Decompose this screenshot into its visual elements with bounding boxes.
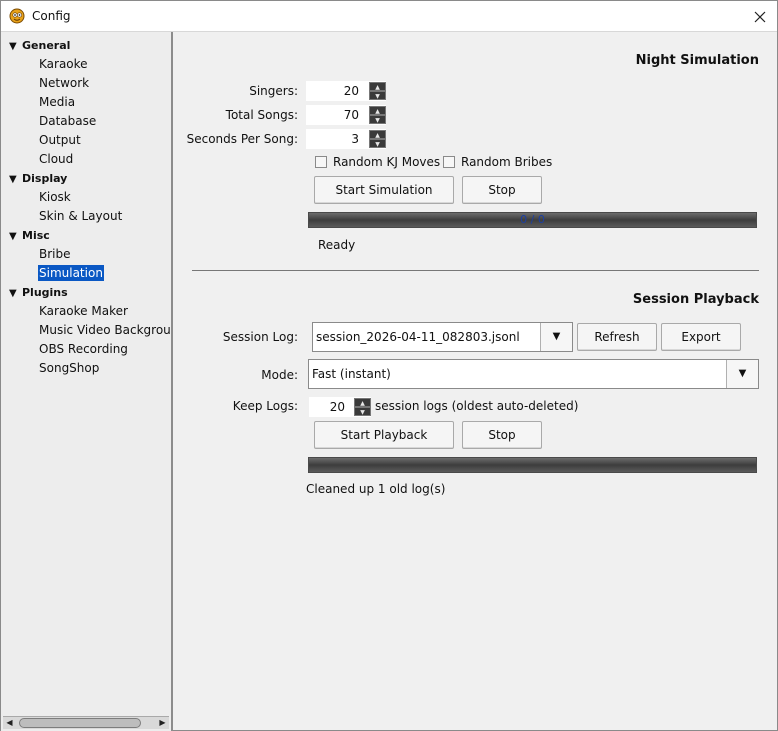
session-log-value: session_2026-04-11_082803.jsonl: [316, 330, 520, 344]
stop-playback-button[interactable]: Stop: [462, 421, 542, 449]
dropdown-arrow-icon[interactable]: ▼: [726, 360, 758, 388]
simulation-progress-text: 0 / 0: [520, 213, 545, 226]
night-simulation-title: Night Simulation: [635, 53, 759, 68]
spinner-down-icon[interactable]: ▼: [369, 91, 386, 100]
spinner-up-icon[interactable]: ▲: [369, 130, 386, 139]
playback-status: Cleaned up 1 old log(s): [306, 482, 446, 496]
session-log-select[interactable]: session_2026-04-11_082803.jsonl ▼: [312, 322, 573, 352]
sidebar-item-skin-layout[interactable]: Skin & Layout: [1, 207, 171, 226]
sidebar-item-bribe[interactable]: Bribe: [1, 245, 171, 264]
total-songs-value[interactable]: 70: [306, 105, 365, 125]
sidebar-item-cloud[interactable]: Cloud: [1, 150, 171, 169]
spinner-buttons: ▲ ▼: [369, 130, 386, 148]
session-log-label: Session Log:: [222, 330, 298, 344]
config-window: Config ▼ General Karaoke Network Media Da…: [0, 0, 778, 731]
keep-logs-value[interactable]: 20: [309, 397, 351, 417]
title-bar: Config: [1, 1, 777, 32]
settings-tree: ▼ General Karaoke Network Media Database …: [1, 36, 171, 378]
dropdown-arrow-icon[interactable]: ▼: [540, 323, 572, 351]
seconds-per-song-value[interactable]: 3: [306, 129, 365, 149]
scroll-left-icon[interactable]: ◀: [3, 717, 16, 729]
start-simulation-button[interactable]: Start Simulation: [314, 176, 454, 204]
expand-triangle-icon: ▼: [9, 41, 17, 52]
singers-label: Singers:: [249, 84, 298, 98]
tree-group-misc[interactable]: ▼ Misc: [1, 226, 171, 245]
spinner-buttons: ▲ ▼: [369, 106, 386, 124]
spinner-buttons: ▲ ▼: [354, 398, 371, 416]
simulation-progress-bar: 0 / 0: [308, 212, 757, 228]
sidebar-item-database[interactable]: Database: [1, 112, 171, 131]
window-title: Config: [32, 9, 71, 23]
tree-group-general[interactable]: ▼ General: [1, 36, 171, 55]
sidebar-item-simulation[interactable]: Simulation: [1, 264, 171, 283]
session-playback-title: Session Playback: [632, 292, 759, 307]
sidebar-item-obs-recording[interactable]: OBS Recording: [1, 340, 171, 359]
section-divider: [192, 270, 759, 271]
total-songs-label: Total Songs:: [225, 108, 298, 122]
random-kj-moves-checkbox[interactable]: Random KJ Moves: [315, 154, 440, 170]
sidebar-horizontal-scrollbar[interactable]: ◀ ▶: [3, 716, 169, 729]
checkbox-box[interactable]: [443, 156, 455, 168]
expand-triangle-icon: ▼: [9, 174, 17, 185]
singers-value[interactable]: 20: [306, 81, 365, 101]
scrollbar-thumb[interactable]: [19, 718, 141, 728]
sidebar-item-music-video-background[interactable]: Music Video Background: [1, 321, 171, 340]
simulation-status: Ready: [318, 238, 356, 252]
sidebar-item-songshop[interactable]: SongShop: [1, 359, 171, 378]
sidebar-item-karaoke-maker[interactable]: Karaoke Maker: [1, 302, 171, 321]
spinner-down-icon[interactable]: ▼: [369, 139, 386, 148]
random-bribes-checkbox[interactable]: Random Bribes: [443, 154, 552, 170]
spinner-up-icon[interactable]: ▲: [369, 106, 386, 115]
keep-logs-suffix: session logs (oldest auto-deleted): [375, 399, 579, 413]
close-button[interactable]: [743, 1, 777, 32]
spinner-up-icon[interactable]: ▲: [369, 82, 386, 91]
seconds-per-song-label: Seconds Per Song:: [186, 132, 298, 146]
singers-spinner[interactable]: 20 ▲ ▼: [306, 81, 386, 101]
tree-group-display[interactable]: ▼ Display: [1, 169, 171, 188]
sidebar-item-media[interactable]: Media: [1, 93, 171, 112]
playback-progress-bar: [308, 457, 757, 473]
keep-logs-spinner[interactable]: 20 ▲ ▼: [309, 397, 371, 417]
seconds-per-song-spinner[interactable]: 3 ▲ ▼: [306, 129, 386, 149]
spinner-buttons: ▲ ▼: [369, 82, 386, 100]
main-panel: Night Simulation Singers: 20 ▲ ▼ Total S…: [175, 32, 777, 731]
refresh-button[interactable]: Refresh: [577, 323, 657, 351]
sidebar-item-kiosk[interactable]: Kiosk: [1, 188, 171, 207]
sidebar: ▼ General Karaoke Network Media Database …: [1, 32, 173, 731]
start-playback-button[interactable]: Start Playback: [314, 421, 454, 449]
checkbox-box[interactable]: [315, 156, 327, 168]
close-icon: [754, 11, 766, 22]
export-button[interactable]: Export: [661, 323, 741, 351]
spinner-up-icon[interactable]: ▲: [354, 398, 371, 407]
mode-value: Fast (instant): [312, 367, 391, 381]
sidebar-item-output[interactable]: Output: [1, 131, 171, 150]
sidebar-item-network[interactable]: Network: [1, 74, 171, 93]
stop-simulation-button[interactable]: Stop: [462, 176, 542, 204]
keep-logs-label: Keep Logs:: [232, 399, 298, 413]
total-songs-spinner[interactable]: 70 ▲ ▼: [306, 105, 386, 125]
expand-triangle-icon: ▼: [9, 288, 17, 299]
mode-label: Mode:: [261, 368, 298, 382]
expand-triangle-icon: ▼: [9, 231, 17, 242]
app-logo-icon: [9, 8, 25, 24]
tree-group-plugins[interactable]: ▼ Plugins: [1, 283, 171, 302]
mode-select[interactable]: Fast (instant) ▼: [308, 359, 759, 389]
scroll-right-icon[interactable]: ▶: [156, 717, 169, 729]
spinner-down-icon[interactable]: ▼: [369, 115, 386, 124]
sidebar-item-karaoke[interactable]: Karaoke: [1, 55, 171, 74]
spinner-down-icon[interactable]: ▼: [354, 407, 371, 416]
